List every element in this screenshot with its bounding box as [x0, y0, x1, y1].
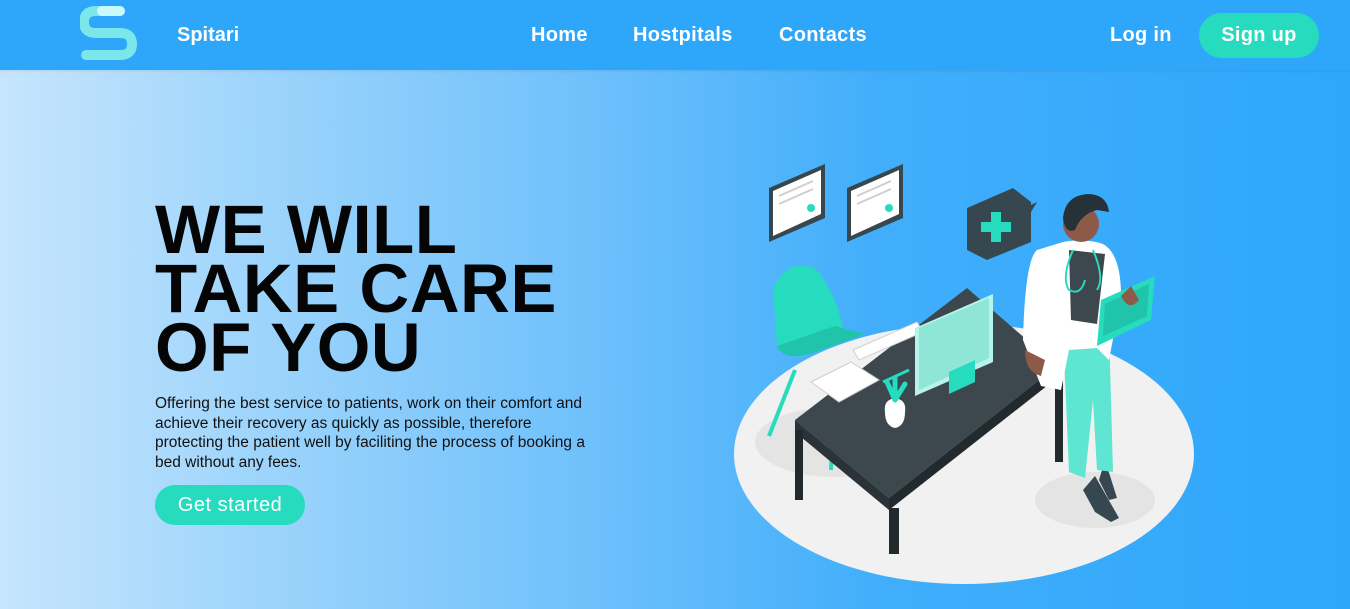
nav-link-contacts[interactable]: Contacts: [779, 24, 867, 47]
certificate-icon: [847, 164, 903, 242]
logo-icon[interactable]: [80, 4, 138, 62]
brand-name[interactable]: Spitari: [177, 24, 239, 47]
login-link[interactable]: Log in: [1110, 24, 1172, 47]
nav-link-home[interactable]: Home: [531, 24, 588, 47]
hero-headline: WE WILL TAKE CARE OF YOU: [155, 195, 557, 382]
medical-cross-icon: [967, 188, 1037, 260]
plant-icon: [884, 375, 908, 428]
hero-description: Offering the best service to patients, w…: [155, 395, 585, 471]
top-navbar: Spitari Home Hostpitals Contacts Log in …: [0, 0, 1350, 70]
certificate-icon: [769, 164, 825, 242]
signup-button[interactable]: Sign up: [1199, 13, 1319, 58]
nav-link-hospitals[interactable]: Hostpitals: [633, 24, 733, 47]
doctor-at-desk-illustration: [734, 164, 1194, 584]
get-started-button[interactable]: Get started: [155, 485, 305, 525]
